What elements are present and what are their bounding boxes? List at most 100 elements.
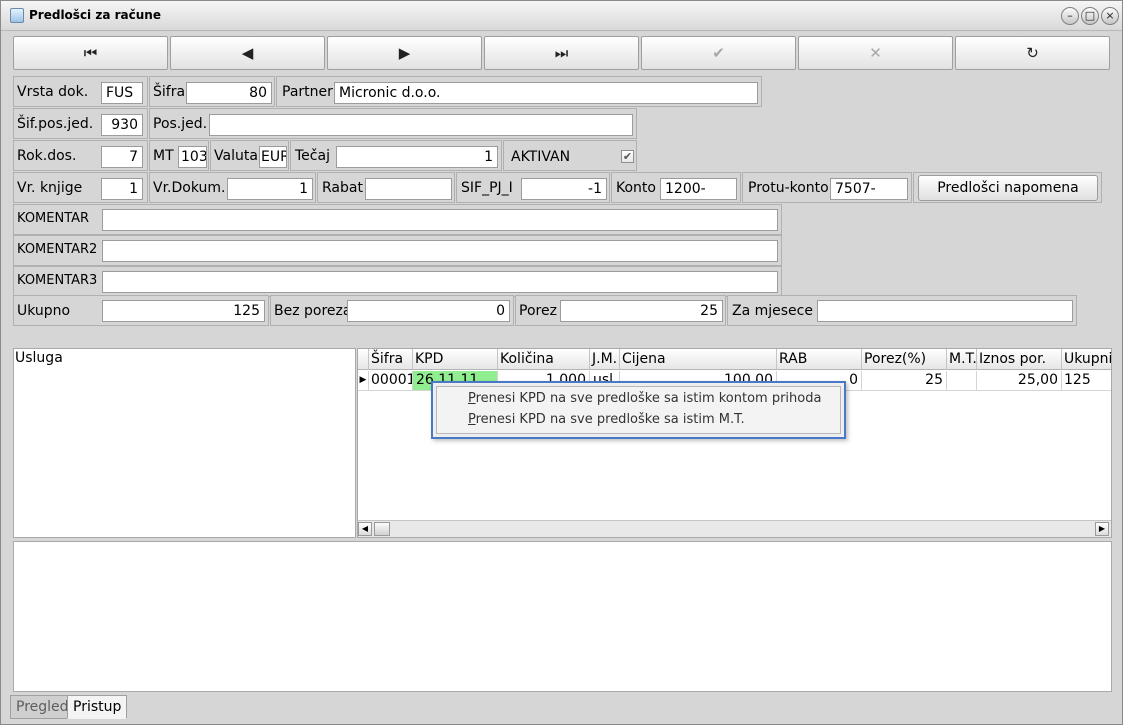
komentar2-field[interactable] — [102, 240, 778, 262]
partner-field[interactable]: Micronic d.o.o. — [334, 82, 758, 104]
valuta-label: Valuta — [214, 148, 258, 164]
sif-pj-i-field[interactable]: -1 — [521, 178, 607, 200]
komentar3-cell: KOMENTAR3 — [13, 266, 782, 297]
first-record-icon: ⏮ — [83, 44, 98, 62]
tab-pregled[interactable]: Pregled — [10, 695, 75, 719]
partner-cell: Partner Micronic d.o.o. — [276, 76, 762, 107]
template-form: Vrsta dok. FUS Šifra 80 Partner Micronic… — [13, 76, 1113, 346]
za-mjesece-cell: Za mjesece : — [727, 295, 1077, 326]
rabat-field[interactable] — [365, 178, 452, 200]
sifra-label: Šifra — [153, 84, 186, 100]
valuta-field[interactable]: EUR — [259, 146, 287, 168]
grid-cell-iznos-por[interactable]: 25,00 — [977, 371, 1062, 391]
komentar3-field[interactable] — [102, 271, 778, 293]
predlosci-napomena-button[interactable]: Predlošci napomena — [918, 175, 1098, 201]
cancel-icon: ✕ — [869, 44, 882, 62]
prior-record-icon: ◀ — [241, 44, 254, 62]
konto-field[interactable]: 1200- — [660, 178, 737, 200]
last-record-icon: ⏭ — [554, 44, 569, 62]
vr-knjige-cell: Vr. knjige 1 — [13, 172, 148, 203]
grid-header-rab[interactable]: RAB — [777, 349, 862, 370]
rok-dos-label: Rok.dos. — [17, 148, 77, 164]
vr-dokum-cell: Vr.Dokum. 1 — [149, 172, 316, 203]
sif-pos-jed-cell: Šif.pos.jed. 930 — [13, 108, 148, 139]
tecaj-label: Tečaj — [295, 148, 330, 164]
grid-cell-ukupni[interactable]: 125 — [1062, 371, 1111, 391]
grid-cell-mt[interactable] — [947, 371, 977, 391]
mt-label: MT — [153, 148, 174, 164]
grid-header-sifra[interactable]: Šifra — [369, 349, 413, 370]
grid-header-iznos-por[interactable]: Iznos por. — [977, 349, 1062, 370]
grid-header-kpd[interactable]: KPD — [413, 349, 498, 370]
protu-konto-field[interactable]: 7507- — [830, 178, 908, 200]
first-record-button[interactable]: ⏮ — [13, 36, 168, 70]
mt-field[interactable]: 103 — [178, 146, 207, 168]
grid-header-mt[interactable]: M.T. — [947, 349, 977, 370]
za-mjesece-field[interactable] — [817, 300, 1073, 322]
vr-knjige-field[interactable]: 1 — [101, 178, 143, 200]
rok-dos-field[interactable]: 7 — [101, 146, 143, 168]
komentar-label: KOMENTAR — [17, 211, 90, 226]
ukupno-field[interactable]: 125 — [102, 300, 265, 322]
grid-header-porez[interactable]: Porez(%) — [862, 349, 947, 370]
close-button[interactable]: × — [1101, 7, 1119, 25]
bez-poreza-label: Bez poreza — [274, 303, 352, 319]
tecaj-field[interactable]: 1 — [336, 146, 498, 168]
komentar3-label: KOMENTAR3 — [17, 273, 98, 288]
sifra-field[interactable]: 80 — [186, 82, 272, 104]
title-bar: Predlošci za račune – □ × — [1, 1, 1122, 31]
sif-pj-i-label: SIF_PJ_I — [461, 180, 513, 196]
usluga-list[interactable]: Usluga — [13, 348, 356, 538]
detail-memo-area[interactable] — [13, 541, 1112, 692]
pos-jed-field[interactable] — [209, 114, 633, 136]
usluga-header: Usluga — [15, 350, 63, 366]
last-record-button[interactable]: ⏭ — [484, 36, 639, 70]
rok-dos-cell: Rok.dos. 7 — [13, 140, 148, 171]
refresh-button[interactable]: ↻ — [955, 36, 1110, 70]
porez-field[interactable]: 25 — [560, 300, 723, 322]
aktivan-label: AKTIVAN — [511, 149, 571, 165]
grid-header-ukupni[interactable]: Ukupni — [1062, 349, 1111, 370]
grid-cell-porez[interactable]: 25 — [862, 371, 947, 391]
post-button[interactable]: ✔ — [641, 36, 796, 70]
window-title: Predlošci za račune — [29, 8, 161, 22]
menu-item-text: renesi KPD na sve predloške sa istim kon… — [475, 391, 822, 406]
grid-header-kolicina[interactable]: Količina — [498, 349, 590, 370]
komentar-cell: KOMENTAR — [13, 204, 782, 235]
vrsta-dok-field[interactable]: FUS — [101, 82, 143, 104]
bez-poreza-field[interactable]: 0 — [347, 300, 510, 322]
row-indicator-icon: ▶ — [358, 371, 369, 391]
grid-cell-sifra[interactable]: 00001 — [369, 371, 413, 391]
grid-horizontal-scrollbar[interactable]: ◀ ▶ — [358, 520, 1111, 537]
next-record-button[interactable]: ▶ — [327, 36, 482, 70]
bez-poreza-cell: Bez poreza 0 — [270, 295, 514, 326]
rabat-cell: Rabat — [317, 172, 455, 203]
scroll-left-icon[interactable]: ◀ — [358, 522, 372, 536]
record-navigator: ⏮ ◀ ▶ ⏭ ✔ ✕ ↻ — [13, 36, 1113, 70]
grid-header-cijena[interactable]: Cijena — [620, 349, 777, 370]
komentar-field[interactable] — [102, 209, 778, 231]
tab-pristup[interactable]: Pristup — [67, 695, 128, 719]
konto-cell: Konto 1200- — [611, 172, 741, 203]
items-grid[interactable]: Šifra KPD Količina J.M. Cijena RAB Porez… — [357, 348, 1112, 538]
maximize-button[interactable]: □ — [1081, 7, 1099, 25]
cancel-button[interactable]: ✕ — [798, 36, 953, 70]
tecaj-cell: Tečaj 1 — [290, 140, 502, 171]
sif-pj-i-cell: SIF_PJ_I -1 — [456, 172, 610, 203]
prior-record-button[interactable]: ◀ — [170, 36, 325, 70]
aktivan-checkbox[interactable]: ✔ — [621, 150, 634, 163]
scroll-thumb[interactable] — [374, 522, 390, 536]
post-icon: ✔ — [712, 44, 725, 62]
minimize-button[interactable]: – — [1061, 7, 1079, 25]
menu-item-prenesi-kpd-mt[interactable]: Prenesi KPD na sve predloške sa istim M.… — [468, 412, 745, 427]
scroll-right-icon[interactable]: ▶ — [1095, 522, 1109, 536]
menu-item-prenesi-kpd-konto[interactable]: Prenesi KPD na sve predloške sa istim ko… — [468, 391, 821, 406]
grid-header-jm[interactable]: J.M. — [590, 349, 620, 370]
pos-jed-label: Pos.jed. — [153, 116, 208, 132]
next-record-icon: ▶ — [398, 44, 411, 62]
ukupno-label: Ukupno — [17, 303, 71, 319]
sif-pos-jed-field[interactable]: 930 — [101, 114, 143, 136]
vr-dokum-field[interactable]: 1 — [227, 178, 313, 200]
pos-jed-cell: Pos.jed. — [149, 108, 637, 139]
menu-item-hotkey: P — [468, 391, 476, 406]
